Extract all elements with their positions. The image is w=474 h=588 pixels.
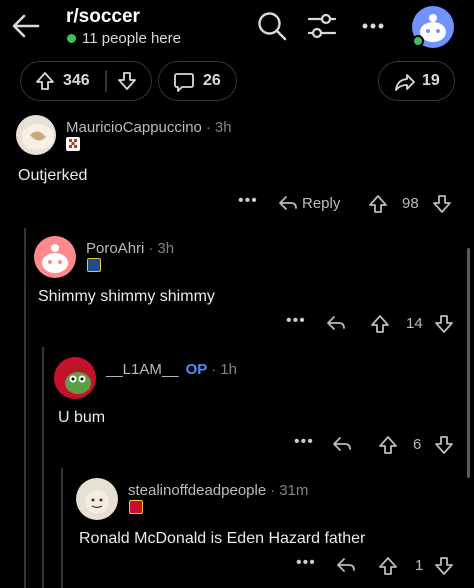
comment-time: 3h	[214, 119, 232, 136]
meta-separator: ·	[270, 482, 276, 499]
commenter-avatar[interactable]	[16, 115, 56, 155]
upvote-icon[interactable]	[368, 194, 388, 214]
upvote-icon[interactable]	[378, 556, 398, 576]
downvote-icon[interactable]	[434, 556, 454, 576]
comment-username[interactable]: stealinoffdeadpeople	[128, 482, 266, 499]
flair-croatia-icon	[66, 137, 80, 151]
comment-body: Outjerked	[18, 167, 88, 184]
downvote-icon[interactable]	[434, 435, 454, 455]
flair-club-badge-icon	[129, 500, 143, 514]
comment-score: 6	[413, 436, 422, 453]
comment-more-icon[interactable]: •••	[296, 554, 316, 572]
downvote-icon[interactable]	[434, 314, 454, 334]
comment-meta: MauricioCappuccino · 3h	[66, 119, 232, 136]
share-button[interactable]: 19	[378, 61, 455, 101]
comment-actions: ••• Reply 98	[238, 192, 458, 214]
more-icon[interactable]	[357, 10, 389, 42]
comment-score: 14	[406, 315, 423, 332]
share-count: 19	[422, 72, 440, 89]
upvote-icon[interactable]	[35, 71, 55, 91]
reply-arrow-icon[interactable]	[336, 556, 356, 574]
search-icon[interactable]	[256, 10, 288, 42]
comment-score: 98	[402, 195, 419, 212]
comment-more-icon[interactable]: •••	[294, 433, 314, 451]
comment-count: 26	[203, 72, 221, 89]
scrollbar[interactable]	[467, 248, 470, 478]
comment-more-icon[interactable]: •••	[238, 192, 258, 210]
meta-separator: ·	[211, 361, 217, 378]
thread-line-1[interactable]	[24, 228, 26, 588]
vote-divider	[105, 70, 107, 92]
meta-separator: ·	[148, 240, 154, 257]
flair-club-badge-icon	[87, 258, 101, 272]
comment-time: 1h	[220, 361, 237, 378]
thread-line-3[interactable]	[61, 468, 63, 588]
comments-button[interactable]: 26	[158, 61, 237, 101]
online-dot	[67, 34, 76, 43]
commenter-avatar[interactable]	[76, 478, 118, 520]
comment-meta: stealinoffdeadpeople · 31m	[128, 482, 308, 499]
thread-line-2[interactable]	[42, 347, 44, 588]
op-badge: OP	[185, 361, 208, 378]
downvote-icon[interactable]	[432, 194, 452, 214]
commenter-avatar[interactable]	[54, 357, 96, 399]
comment-actions: ••• 14	[286, 312, 458, 334]
post-vote-bar: 346	[20, 61, 152, 101]
comment-meta: PoroAhri · 3h	[86, 240, 174, 257]
meta-separator: ·	[205, 119, 211, 136]
comment-time: 31m	[279, 482, 309, 499]
subreddit-name[interactable]: r/soccer	[66, 6, 140, 28]
share-arrow-icon	[395, 74, 415, 91]
reply-arrow-icon[interactable]	[326, 314, 346, 332]
comment-username[interactable]: PoroAhri	[86, 240, 144, 257]
reply-arrow-icon[interactable]	[278, 194, 298, 212]
reply-arrow-icon[interactable]	[332, 435, 352, 453]
top-bar: r/soccer 11 people here	[0, 0, 474, 56]
upvote-icon[interactable]	[370, 314, 390, 334]
comment-username[interactable]: MauricioCappuccino	[66, 119, 202, 136]
comment-body: Shimmy shimmy shimmy	[38, 288, 215, 305]
comment-actions: ••• 6	[294, 433, 458, 455]
comment-bubble-icon	[174, 73, 194, 92]
comment-score: 1	[415, 557, 424, 574]
post-upvote-count: 346	[63, 72, 90, 89]
comment-username[interactable]: __L1AM__	[106, 361, 179, 378]
user-online-dot	[412, 35, 424, 47]
online-count: 11 people here	[82, 30, 181, 47]
filter-sort-icon[interactable]	[306, 10, 338, 42]
comment-body: U bum	[58, 409, 106, 426]
back-arrow-icon[interactable]	[10, 10, 42, 42]
commenter-avatar[interactable]	[34, 236, 76, 278]
comment-time: 3h	[157, 240, 175, 257]
comment-meta: __L1AM__ OP · 1h	[106, 361, 237, 378]
reply-button[interactable]: Reply	[302, 195, 340, 212]
upvote-icon[interactable]	[378, 435, 398, 455]
comment-more-icon[interactable]: •••	[286, 312, 306, 330]
comment-body: Ronald McDonald is Eden Hazard father	[79, 530, 366, 547]
online-status: 11 people here	[67, 30, 181, 47]
downvote-icon[interactable]	[117, 71, 137, 91]
comment-actions: ••• 1	[296, 554, 458, 576]
